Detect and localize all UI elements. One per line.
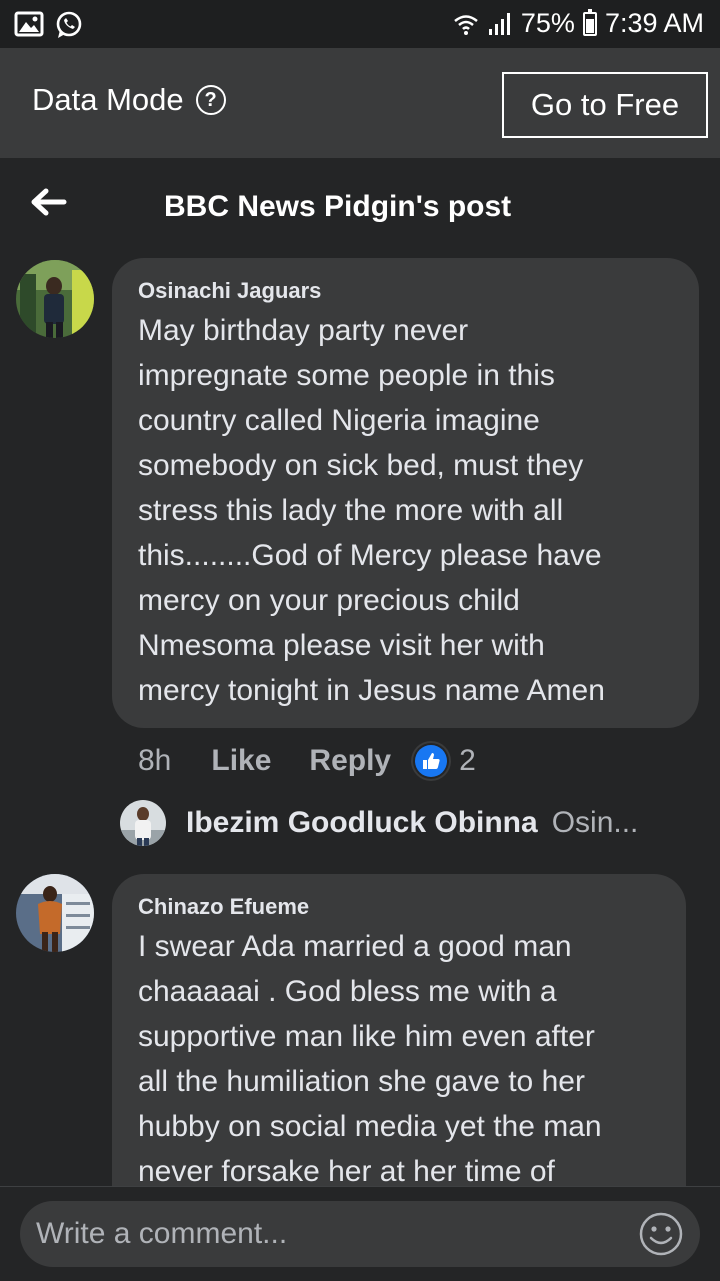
comment-line: stress this lady the more with all <box>138 494 564 527</box>
avatar-photo <box>16 874 94 952</box>
comment-line: mercy tonight in Jesus name Amen <box>138 674 605 707</box>
comment-line: all the humiliation she gave to her <box>138 1065 585 1098</box>
page-title: BBC News Pidgin's post <box>164 190 512 223</box>
avatar-photo <box>16 260 94 338</box>
reply-preview[interactable]: Ibezim Goodluck Obinna Osin... <box>120 800 638 846</box>
reply-snippet[interactable]: Osin... <box>552 806 639 840</box>
like-button[interactable]: Like <box>211 744 271 778</box>
go-to-free-button[interactable]: Go to Free <box>502 72 708 138</box>
reply-author[interactable]: Ibezim Goodluck Obinna <box>186 806 538 840</box>
post-header: BBC News Pidgin's post <box>0 158 720 250</box>
comment-bubble[interactable]: Osinachi Jaguars May birthday party neve… <box>112 258 699 728</box>
status-bar: 75% 7:39 AM <box>0 0 720 48</box>
comment-line: Nmesoma please visit her with <box>138 629 545 662</box>
comment-line: supportive man like him even after <box>138 1020 595 1053</box>
comment-line: somebody on sick bed, must they <box>138 449 584 482</box>
gallery-icon <box>14 11 44 37</box>
back-arrow-icon[interactable] <box>28 182 68 222</box>
avatar[interactable] <box>120 800 166 846</box>
emoji-icon[interactable] <box>638 1211 684 1257</box>
data-mode-toggle[interactable]: Data Mode ? <box>32 82 226 118</box>
reaction-count[interactable]: 2 <box>459 744 476 778</box>
avatar-photo <box>120 800 166 846</box>
signal-icon <box>488 12 510 35</box>
comment-line: chaaaaai . God bless me with a <box>138 975 557 1008</box>
comment-composer: Write a comment... <box>0 1186 720 1281</box>
comment-author[interactable]: Chinazo Efueme <box>138 894 660 920</box>
data-mode-bar: Data Mode ? Go to Free <box>0 48 720 158</box>
comment-text: I swear Ada married a good man chaaaaai … <box>138 924 660 1194</box>
help-icon[interactable]: ? <box>195 85 226 115</box>
comment-timestamp: 8h <box>138 744 172 777</box>
comment-actions: 8h Like Reply 2 <box>138 744 476 778</box>
comment-line: mercy on your precious child <box>138 584 520 617</box>
comment-author[interactable]: Osinachi Jaguars <box>138 278 673 304</box>
comment-line: country called Nigeria imagine <box>138 404 540 437</box>
notification-icons <box>14 10 84 40</box>
avatar[interactable] <box>16 874 94 952</box>
reply-button[interactable]: Reply <box>309 744 391 778</box>
battery-percent: 75% <box>520 8 575 38</box>
comment-line: hubby on social media yet the man <box>138 1110 602 1143</box>
comment-text: May birthday party never impregnate some… <box>138 308 673 713</box>
clock: 7:39 AM <box>604 8 704 38</box>
avatar[interactable] <box>16 260 94 338</box>
system-status: 75% 7:39 AM <box>453 8 704 39</box>
battery-icon <box>582 8 597 36</box>
comment-line: May birthday party never <box>138 314 469 347</box>
comment-line: impregnate some people in this <box>138 359 555 392</box>
comment-placeholder: Write a comment... <box>36 1217 288 1250</box>
like-reaction-icon[interactable] <box>415 745 448 777</box>
data-mode-label: Data Mode <box>32 82 184 117</box>
wifi-icon <box>454 14 478 35</box>
comment-line: this........God of Mercy please have <box>138 539 602 572</box>
whatsapp-icon <box>56 11 82 38</box>
comment-bubble[interactable]: Chinazo Efueme I swear Ada married a goo… <box>112 874 686 1214</box>
comment-input[interactable]: Write a comment... <box>20 1201 700 1267</box>
comment-line: I swear Ada married a good man <box>138 930 572 963</box>
